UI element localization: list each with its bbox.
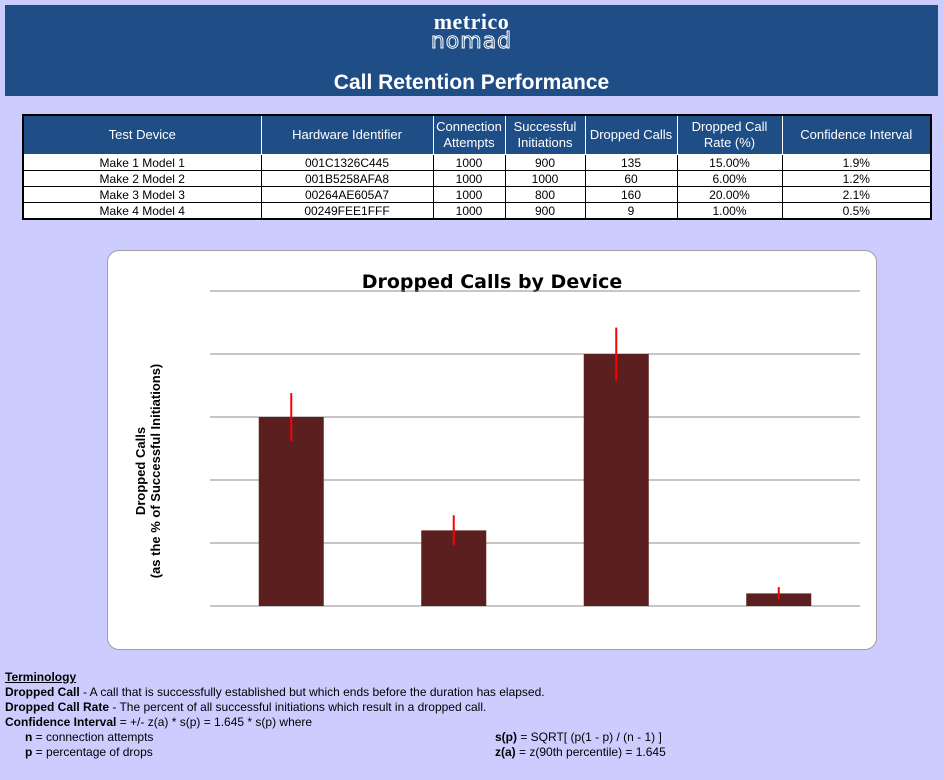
table-cell: Make 1 Model 1	[22, 154, 262, 171]
definition: - The percent of all successful initiati…	[109, 700, 487, 714]
table-cell: 6.00%	[676, 170, 783, 187]
bar	[258, 417, 324, 606]
table-cell: 0.5%	[781, 202, 932, 220]
table-cell: 15.00%	[676, 154, 783, 171]
definition: - A call that is successfully establishe…	[79, 685, 545, 699]
logo-top-text: metrico	[433, 9, 510, 34]
bar	[583, 354, 649, 606]
term: Dropped Call Rate	[5, 700, 110, 714]
table-cell: Make 2 Model 2	[22, 170, 262, 187]
table-cell: 2.1%	[781, 186, 932, 203]
table-cell: 160	[584, 186, 678, 203]
page-title: Call Retention Performance	[333, 71, 610, 94]
table-cell: 1000	[432, 186, 506, 203]
plot-area	[210, 290, 860, 607]
table-cell: Make 4 Model 4	[22, 202, 262, 220]
table-row: Make 4 Model 4 00249FEE1FFF 1000 900 9 1…	[22, 202, 932, 220]
terminology-heading: Terminology	[5, 670, 77, 684]
column-header: Confidence Interval	[781, 114, 932, 155]
column-header: Dropped Call Rate (%)	[676, 114, 783, 155]
table-cell: 1.00%	[676, 202, 783, 220]
header-banner: metrico nomad Call Retention Performance	[5, 5, 938, 96]
table-cell: 135	[584, 154, 678, 171]
table-header-row: Test Device Hardware Identifier Connecti…	[22, 114, 932, 155]
dropped-calls-chart: Dropped Calls by Device Dropped Calls (a…	[107, 250, 877, 650]
table-cell: 001C1326C445	[260, 154, 434, 171]
table-cell: 800	[504, 186, 586, 203]
logo-bottom-text: nomad	[430, 29, 513, 54]
definition: = +/- z(a) * s(p) = 1.645 * s(p) where	[116, 715, 313, 729]
table-cell: 900	[504, 154, 586, 171]
table-cell: 9	[584, 202, 678, 220]
table-cell: 1000	[432, 202, 506, 220]
ci-definition: Confidence Interval = +/- z(a) * s(p) = …	[5, 715, 935, 730]
terminology-section: Terminology Dropped Call - A call that i…	[5, 670, 935, 760]
table-cell: 00249FEE1FFF	[260, 202, 434, 220]
table-cell: 1.9%	[781, 154, 932, 171]
dropped-call-definition: Dropped Call - A call that is successful…	[5, 685, 935, 700]
definition: = z(90th percentile) = 1.645	[515, 745, 666, 759]
table-cell: 60	[584, 170, 678, 187]
term: s(p)	[495, 730, 517, 744]
column-header: Test Device	[22, 114, 262, 155]
rate-definition: Dropped Call Rate - The percent of all s…	[5, 700, 935, 715]
term: z(a)	[495, 745, 516, 759]
definition: = connection attempts	[32, 730, 154, 744]
definition: = SQRT[ (p(1 - p) / (n - 1) ]	[517, 730, 662, 744]
table-cell: 1000	[432, 170, 506, 187]
column-header: Dropped Calls	[584, 114, 678, 155]
p-za-row: p = percentage of drops z(a) = z(90th pe…	[5, 745, 935, 760]
metrico-nomad-logo: metrico nomad	[5, 7, 938, 54]
column-header: Hardware Identifier	[260, 114, 434, 155]
table-cell: 1.2%	[781, 170, 932, 187]
column-header: Connection Attempts	[432, 114, 506, 155]
table-row: Make 2 Model 2 001B5258AFA8 1000 1000 60…	[22, 170, 932, 187]
n-sp-row: n = connection attempts s(p) = SQRT[ (p(…	[5, 730, 935, 745]
table-cell: 00264AE605A7	[260, 186, 434, 203]
table-cell: 1000	[504, 170, 586, 187]
table-cell: 1000	[432, 154, 506, 171]
performance-table: Test Device Hardware Identifier Connecti…	[22, 114, 932, 220]
term: Dropped Call	[5, 685, 80, 699]
table-cell: 20.00%	[676, 186, 783, 203]
table-cell: Make 3 Model 3	[22, 186, 262, 203]
table-cell: 001B5258AFA8	[260, 170, 434, 187]
table-row: Make 3 Model 3 00264AE605A7 1000 800 160…	[22, 186, 932, 203]
table-row: Make 1 Model 1 001C1326C445 1000 900 135…	[22, 154, 932, 171]
term: Confidence Interval	[5, 715, 117, 729]
table-cell: 900	[504, 202, 586, 220]
column-header: Successful Initiations	[504, 114, 586, 155]
definition: = percentage of drops	[32, 745, 153, 759]
